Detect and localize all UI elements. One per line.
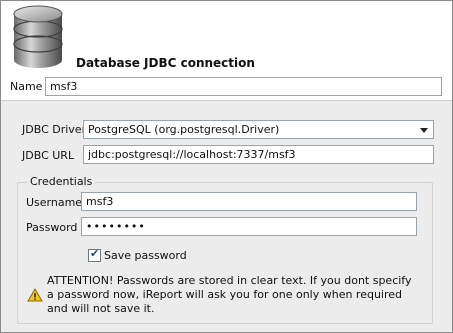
credentials-title: Credentials (27, 175, 96, 188)
name-row: Name (1, 74, 452, 101)
jdbc-driver-label: JDBC Driver (22, 123, 87, 136)
jdbc-driver-value: PostgreSQL (org.postgresql.Driver) (88, 123, 280, 136)
jdbc-url-label: JDBC URL (22, 149, 75, 162)
password-field[interactable] (81, 217, 417, 236)
warning-icon (27, 288, 43, 302)
connection-dialog: Database JDBC connection Name JDBC Drive… (0, 0, 453, 333)
save-password-checkbox[interactable]: ✔ (88, 247, 101, 262)
dialog-title: Database JDBC connection (76, 56, 255, 70)
jdbc-url-field[interactable] (83, 145, 434, 164)
username-label: Username (26, 196, 83, 209)
warning-text: ATTENTION! Passwords are stored in clear… (47, 274, 412, 315)
dialog-header: Database JDBC connection (1, 1, 452, 75)
save-password-label[interactable]: Save password (104, 249, 187, 262)
password-label: Password (26, 221, 78, 234)
username-field[interactable] (81, 192, 417, 211)
database-icon (13, 5, 63, 68)
name-label: Name (10, 80, 43, 93)
jdbc-driver-select[interactable]: PostgreSQL (org.postgresql.Driver) (83, 120, 434, 139)
name-field[interactable] (45, 77, 442, 96)
chevron-down-icon[interactable] (420, 128, 428, 133)
checkmark-icon: ✔ (90, 247, 100, 260)
